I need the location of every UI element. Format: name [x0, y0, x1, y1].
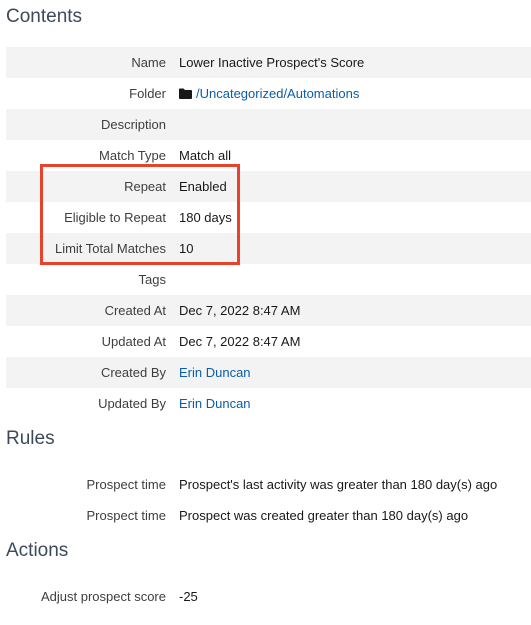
detail-row-limit-total-matches: Limit Total Matches 10 — [6, 233, 531, 264]
updated-by-link[interactable]: Erin Duncan — [179, 396, 251, 411]
detail-row-description: Description — [6, 109, 531, 140]
folder-label: Folder — [129, 86, 166, 101]
repeat-label: Repeat — [124, 179, 166, 194]
rule-label: Prospect time — [86, 477, 166, 492]
created-at-value: Dec 7, 2022 8:47 AM — [179, 303, 301, 318]
rule-value: Prospect's last activity was greater tha… — [179, 477, 498, 492]
created-by-link[interactable]: Erin Duncan — [179, 365, 251, 380]
description-label: Description — [100, 117, 166, 132]
match-type-label: Match Type — [99, 148, 166, 163]
detail-row-repeat: Repeat Enabled — [6, 171, 531, 202]
detail-row-folder: Folder /Uncategorized/Automations — [6, 78, 531, 109]
detail-row-created-at: Created At Dec 7, 2022 8:47 AM — [6, 295, 531, 326]
eligible-to-repeat-label: Eligible to Repeat — [64, 210, 166, 225]
folder-icon — [179, 88, 192, 99]
eligible-to-repeat-value: 180 days — [179, 210, 232, 225]
detail-row-tags: Tags — [6, 264, 531, 295]
folder-link[interactable]: /Uncategorized/Automations — [196, 86, 359, 101]
action-row: Adjust prospect score -25 — [6, 581, 531, 612]
detail-row-eligible-to-repeat: Eligible to Repeat 180 days — [6, 202, 531, 233]
created-by-label: Created By — [100, 365, 166, 380]
limit-total-matches-label: Limit Total Matches — [54, 241, 166, 256]
action-label: Adjust prospect score — [40, 589, 166, 604]
detail-row-updated-at: Updated At Dec 7, 2022 8:47 AM — [6, 326, 531, 357]
detail-row-updated-by: Updated By Erin Duncan — [6, 388, 531, 419]
name-value: Lower Inactive Prospect's Score — [179, 55, 365, 70]
rule-value: Prospect was created greater than 180 da… — [179, 508, 469, 523]
detail-row-match-type: Match Type Match all — [6, 140, 531, 171]
name-label: Name — [131, 55, 166, 70]
updated-at-value: Dec 7, 2022 8:47 AM — [179, 334, 301, 349]
detail-row-created-by: Created By Erin Duncan — [6, 357, 531, 388]
repeat-value: Enabled — [179, 179, 227, 194]
contents-heading: Contents — [6, 6, 83, 27]
actions-heading: Actions — [6, 540, 69, 561]
tags-label: Tags — [138, 272, 166, 287]
updated-at-label: Updated At — [101, 334, 166, 349]
rule-label: Prospect time — [86, 508, 166, 523]
rule-row: Prospect time Prospect's last activity w… — [6, 469, 531, 500]
limit-total-matches-value: 10 — [179, 241, 194, 256]
action-value: -25 — [179, 589, 198, 604]
match-type-value: Match all — [179, 148, 232, 163]
created-at-label: Created At — [104, 303, 166, 318]
updated-by-label: Updated By — [98, 396, 166, 411]
rules-heading: Rules — [6, 428, 55, 449]
detail-row-name: Name Lower Inactive Prospect's Score — [6, 47, 531, 78]
rule-row: Prospect time Prospect was created great… — [6, 500, 531, 531]
